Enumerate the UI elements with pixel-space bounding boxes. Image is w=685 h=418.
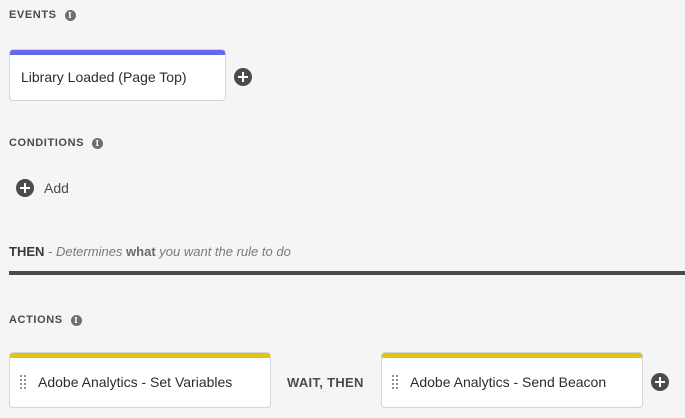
info-icon[interactable]: i <box>64 9 76 21</box>
add-condition-icon[interactable] <box>16 179 34 197</box>
then-label: THEN <box>9 244 45 259</box>
actions-heading: ACTIONS i <box>9 314 82 326</box>
drag-handle-icon[interactable] <box>392 375 398 389</box>
add-condition-label: Add <box>44 180 69 196</box>
info-icon[interactable]: i <box>92 137 104 149</box>
then-dash: - <box>44 244 56 259</box>
event-card-library-loaded[interactable]: Library Loaded (Page Top) <box>9 49 226 101</box>
action-card-accent-bar <box>382 353 642 358</box>
conditions-heading: CONDITIONS i <box>9 137 104 149</box>
event-card-accent-bar <box>10 50 225 55</box>
action-card-label: Adobe Analytics - Send Beacon <box>410 374 607 390</box>
events-heading: EVENTS i <box>9 9 76 21</box>
add-action-icon[interactable] <box>651 373 669 391</box>
then-description: THEN - Determines what you want the rule… <box>9 244 291 259</box>
add-event-icon[interactable] <box>234 68 252 86</box>
then-divider <box>9 271 685 275</box>
drag-handle-icon[interactable] <box>20 375 26 389</box>
actions-heading-text: ACTIONS <box>9 314 63 326</box>
event-card-label: Library Loaded (Page Top) <box>21 69 187 85</box>
conditions-heading-text: CONDITIONS <box>9 137 85 149</box>
events-heading-text: EVENTS <box>9 9 57 21</box>
add-condition-button[interactable]: Add <box>16 179 69 197</box>
action-card-set-variables[interactable]: Adobe Analytics - Set Variables <box>9 352 271 408</box>
action-card-accent-bar <box>10 353 270 358</box>
info-icon[interactable]: i <box>70 314 82 326</box>
action-sequence-label: WAIT, THEN <box>287 375 364 390</box>
rule-editor: EVENTS i Library Loaded (Page Top) CONDI… <box>0 0 685 418</box>
then-text-bold: what <box>126 244 156 259</box>
then-text-before: Determines <box>55 244 127 259</box>
then-text-after: you want the rule to do <box>155 244 291 259</box>
action-card-send-beacon[interactable]: Adobe Analytics - Send Beacon <box>381 352 643 408</box>
action-card-label: Adobe Analytics - Set Variables <box>38 374 233 390</box>
